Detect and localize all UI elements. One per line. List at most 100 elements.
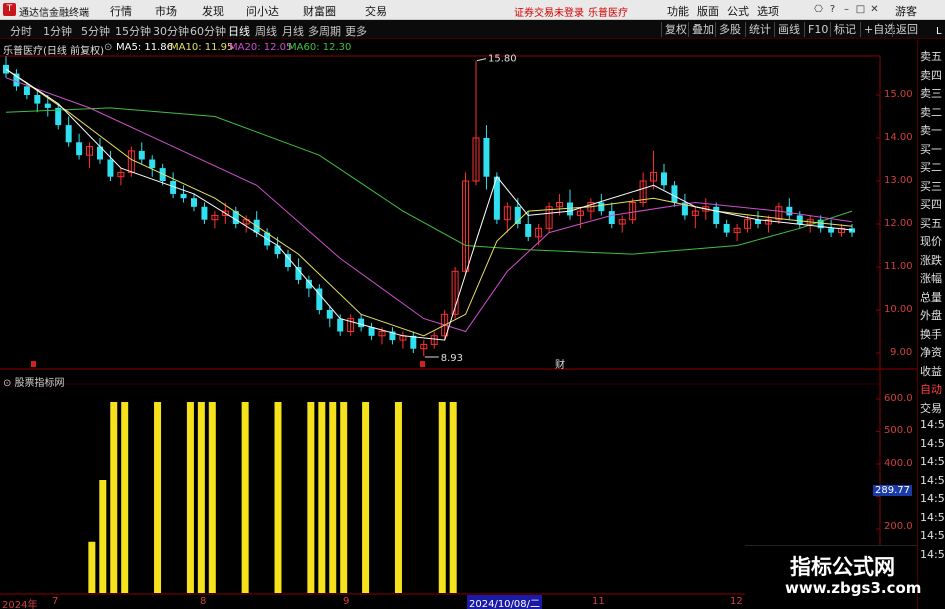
candle-down: [34, 95, 41, 104]
indicator-dot-icon[interactable]: ⊙: [3, 378, 15, 389]
indicator-bar: [362, 402, 370, 593]
event-marker: [420, 361, 425, 367]
candle-down: [138, 150, 145, 160]
price-tick: 15.00: [884, 89, 913, 100]
indicator-bar: [274, 402, 282, 593]
event-marker: [31, 361, 36, 367]
high-pointer: [476, 58, 487, 62]
side-panel-item: 14:5: [920, 492, 945, 505]
kline-chart[interactable]: 15.80 8.93 财: [0, 0, 917, 609]
side-panel-item: 14:5: [920, 473, 945, 487]
side-panel-item: 14:5: [920, 418, 945, 431]
candle-down: [723, 224, 730, 233]
side-panel-item: 卖三: [920, 87, 942, 100]
side-panel-item: 卖一: [920, 124, 942, 137]
panel-collapse-icon[interactable]: L: [936, 26, 942, 37]
side-panel-item: 14:5: [920, 529, 945, 542]
candle-down: [567, 202, 573, 216]
indicator-bar: [121, 402, 129, 593]
candle-down: [201, 206, 208, 220]
indicator-bar: [340, 402, 348, 593]
side-panel-item: 收益: [920, 364, 942, 378]
indicator-tick: 500.0: [884, 425, 913, 436]
side-panel-item: 现价: [920, 235, 942, 248]
candle-down: [598, 202, 605, 212]
candle-down: [828, 228, 835, 233]
indicator-bar: [329, 402, 337, 593]
quote-side-panel: L 卖五 卖四 卖三 卖二 卖一 买一 买二 买三 买四 买五 现价 涨跌 涨幅 总量 外盘 换手 净资 收益 自动…: [917, 26, 945, 609]
candle-down: [191, 198, 197, 207]
price-tick: 12.00: [884, 218, 913, 229]
side-panel-item: 14:5: [920, 510, 945, 524]
candle-down: [661, 172, 667, 186]
indicator-bar: [318, 402, 326, 593]
x-cursor-date: 2024/10/08/二: [467, 595, 543, 609]
indicator-bar: [154, 402, 162, 593]
watermark-url: www.zbgs3.com: [785, 579, 922, 597]
indicator-tick: 400.0: [884, 458, 913, 469]
indicator-bar: [186, 402, 194, 593]
indicator-bar: [307, 402, 315, 593]
ma-line-ma20: [5, 77, 853, 333]
side-panel-item: 买四: [920, 198, 942, 211]
candle-down: [608, 211, 615, 224]
x-label-month: 12: [730, 596, 743, 607]
side-panel-item: 14:5: [920, 455, 945, 468]
candle-down: [671, 185, 678, 203]
indicator-current-value: 289.77: [873, 485, 912, 496]
side-panel-item[interactable]: 自动: [920, 381, 942, 397]
indicator-bar: [208, 402, 216, 593]
candle-down: [796, 215, 803, 224]
x-label-year: 2024年: [2, 600, 38, 609]
side-panel-item: 总量: [920, 290, 942, 304]
side-panel-item: 买五: [920, 216, 942, 230]
price-tick: 13.00: [884, 175, 913, 186]
indicator-bar: [110, 402, 118, 593]
price-tick: 9.00: [890, 347, 913, 358]
indicator-bar: [99, 480, 107, 593]
indicator-bar: [197, 402, 205, 593]
indicator-tick: 600.0: [884, 393, 913, 404]
side-panel-item: 换手: [920, 327, 942, 341]
price-tick: 14.00: [884, 132, 913, 143]
x-label-month: 7: [52, 596, 59, 607]
candle-down: [44, 103, 51, 108]
side-panel-item: 涨幅: [920, 272, 942, 285]
side-panel-item: 卖四: [920, 68, 942, 82]
x-label-month: 8: [200, 596, 207, 607]
candle-down: [337, 318, 344, 332]
candle-down: [107, 159, 114, 177]
candle-down: [149, 159, 156, 169]
indicator-tick: 200.0: [884, 521, 913, 532]
side-panel-item: 买一: [920, 142, 942, 156]
side-panel-item: 卖五: [920, 50, 942, 63]
indicator-bar: [394, 402, 402, 593]
x-label-month: 11: [592, 596, 605, 607]
price-tick: 11.00: [884, 261, 913, 272]
x-label-month: 9: [343, 596, 350, 607]
side-panel-item: 14:5: [920, 436, 945, 450]
side-panel-item: 交易: [920, 401, 942, 415]
side-panel-item: 净资: [920, 346, 942, 359]
candle-down: [180, 193, 187, 199]
side-panel-item: 涨跌: [920, 253, 942, 267]
finance-marker: 财: [555, 358, 565, 371]
candle-down: [525, 224, 532, 237]
candle-down: [483, 138, 490, 177]
ma-line-ma10: [5, 68, 853, 337]
indicator-name: 股票指标网: [14, 378, 65, 389]
candle-down: [713, 206, 720, 224]
candle-down: [274, 245, 281, 255]
side-panel-item: 买二: [920, 161, 942, 174]
side-panel-item: 14:5: [920, 547, 945, 561]
side-panel-item: 外盘: [920, 309, 942, 322]
indicator-bar: [241, 402, 249, 593]
candle-down: [358, 318, 365, 328]
candle-down: [786, 206, 793, 216]
candle-down: [410, 335, 417, 349]
watermark-title: 指标公式网: [790, 555, 895, 579]
candle-down: [368, 327, 375, 336]
candle-down: [65, 125, 72, 143]
side-panel-item: 卖二: [920, 105, 942, 119]
indicator-bar: [88, 541, 96, 593]
